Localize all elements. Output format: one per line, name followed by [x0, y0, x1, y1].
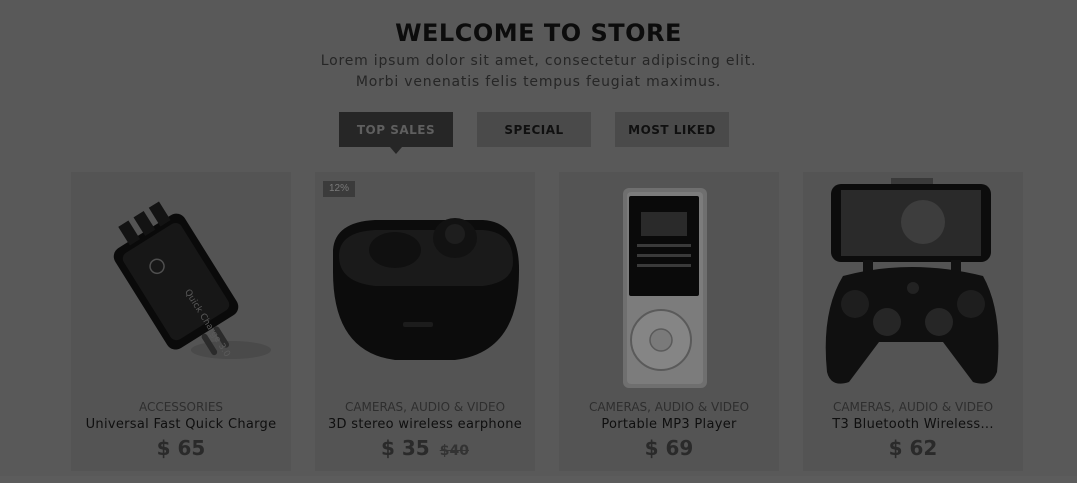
- price-row: $ 65: [71, 436, 291, 460]
- price-row: $ 69: [559, 436, 779, 460]
- old-price: $40: [439, 443, 469, 459]
- subtitle-line-2: Morbi venenatis felis tempus feugiat max…: [355, 74, 722, 90]
- page-title: WELCOME TO STORE: [395, 19, 682, 47]
- product-tabs: TOP SALES SPECIAL MOST LIKED: [0, 112, 1077, 154]
- product-price: $ 62: [888, 436, 938, 460]
- product-price: $ 65: [156, 436, 206, 460]
- wall-charger-icon[interactable]: Quick Charge 3.0: [71, 172, 291, 392]
- product-name[interactable]: Universal Fast Quick Charge: [71, 417, 291, 432]
- gamepad-phone-icon[interactable]: [803, 172, 1023, 392]
- product-category: CAMERAS, AUDIO & VIDEO: [344, 400, 506, 414]
- store-header: WELCOME TO STORE Lorem ipsum dolor sit a…: [0, 16, 1077, 92]
- product-name[interactable]: 3D stereo wireless earphone: [315, 417, 535, 432]
- tab-special[interactable]: SPECIAL: [477, 112, 591, 147]
- section-divider: [0, 476, 1077, 483]
- product-category: CAMERAS, AUDIO & VIDEO: [588, 400, 750, 414]
- product-name[interactable]: Portable MP3 Player: [559, 417, 779, 432]
- product-card[interactable]: CAMERAS, AUDIO & VIDEO Portable MP3 Play…: [559, 172, 779, 471]
- product-price: $ 35: [381, 436, 430, 460]
- product-price: $ 69: [644, 436, 694, 460]
- product-card[interactable]: 12% CAMERAS, AUDIO & VIDEO 3D stereo wir…: [315, 172, 535, 471]
- price-row: $ 62: [803, 436, 1023, 460]
- subtitle-line-1: Lorem ipsum dolor sit amet, consectetur …: [320, 53, 757, 69]
- earbuds-case-icon[interactable]: [315, 172, 535, 392]
- product-name[interactable]: T3 Bluetooth Wireless...: [803, 417, 1023, 432]
- discount-badge: 12%: [323, 181, 355, 197]
- product-category: ACCESSORIES: [138, 400, 224, 414]
- price-row: $ 35 $40: [315, 436, 535, 460]
- mp3-player-icon[interactable]: [559, 172, 779, 392]
- tab-most-liked[interactable]: MOST LIKED: [615, 112, 729, 147]
- product-card[interactable]: CAMERAS, AUDIO & VIDEO T3 Bluetooth Wire…: [803, 172, 1023, 471]
- tab-top-sales[interactable]: TOP SALES: [339, 112, 453, 154]
- product-card[interactable]: Quick Charge 3.0 ACCESSORIES Universal F…: [71, 172, 291, 471]
- product-category: CAMERAS, AUDIO & VIDEO: [832, 400, 994, 414]
